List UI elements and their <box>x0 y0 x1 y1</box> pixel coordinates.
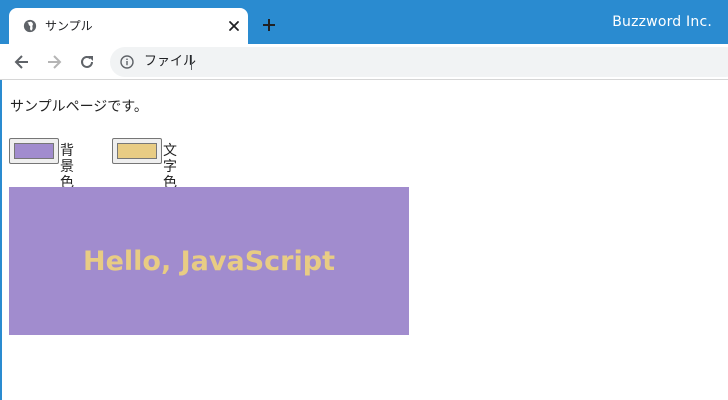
info-icon[interactable] <box>120 55 134 69</box>
text-color-picker[interactable] <box>112 138 162 164</box>
preview-text: Hello, JavaScript <box>83 245 335 277</box>
back-arrow-icon[interactable] <box>13 53 31 71</box>
tab-title: サンプル <box>45 19 93 33</box>
intro-text: サンプルページです。 <box>10 99 148 115</box>
background-color-swatch <box>14 143 54 159</box>
text-color-swatch <box>117 143 157 159</box>
tab-sample[interactable]: サンプル <box>9 8 248 44</box>
plus-icon[interactable] <box>261 17 277 33</box>
tab-strip: サンプル Buzzword Inc. <box>0 0 728 44</box>
reload-icon[interactable] <box>78 53 96 71</box>
address-separator <box>191 55 192 70</box>
background-color-label: 背景色 <box>60 143 74 191</box>
address-bar[interactable]: ファイル <box>110 47 728 77</box>
brand-label: Buzzword Inc. <box>612 14 712 30</box>
close-icon[interactable] <box>226 18 242 34</box>
globe-icon <box>23 19 37 33</box>
background-color-picker[interactable] <box>9 138 59 164</box>
browser-toolbar: ファイル <box>0 44 728 80</box>
address-text: ファイル <box>144 54 197 69</box>
preview-panel: Hello, JavaScript <box>9 187 409 335</box>
forward-arrow-icon[interactable] <box>45 53 63 71</box>
text-color-label: 文字色 <box>163 143 177 191</box>
page-content: サンプルページです。 背景色 文字色 Hello, JavaScript <box>0 80 728 400</box>
